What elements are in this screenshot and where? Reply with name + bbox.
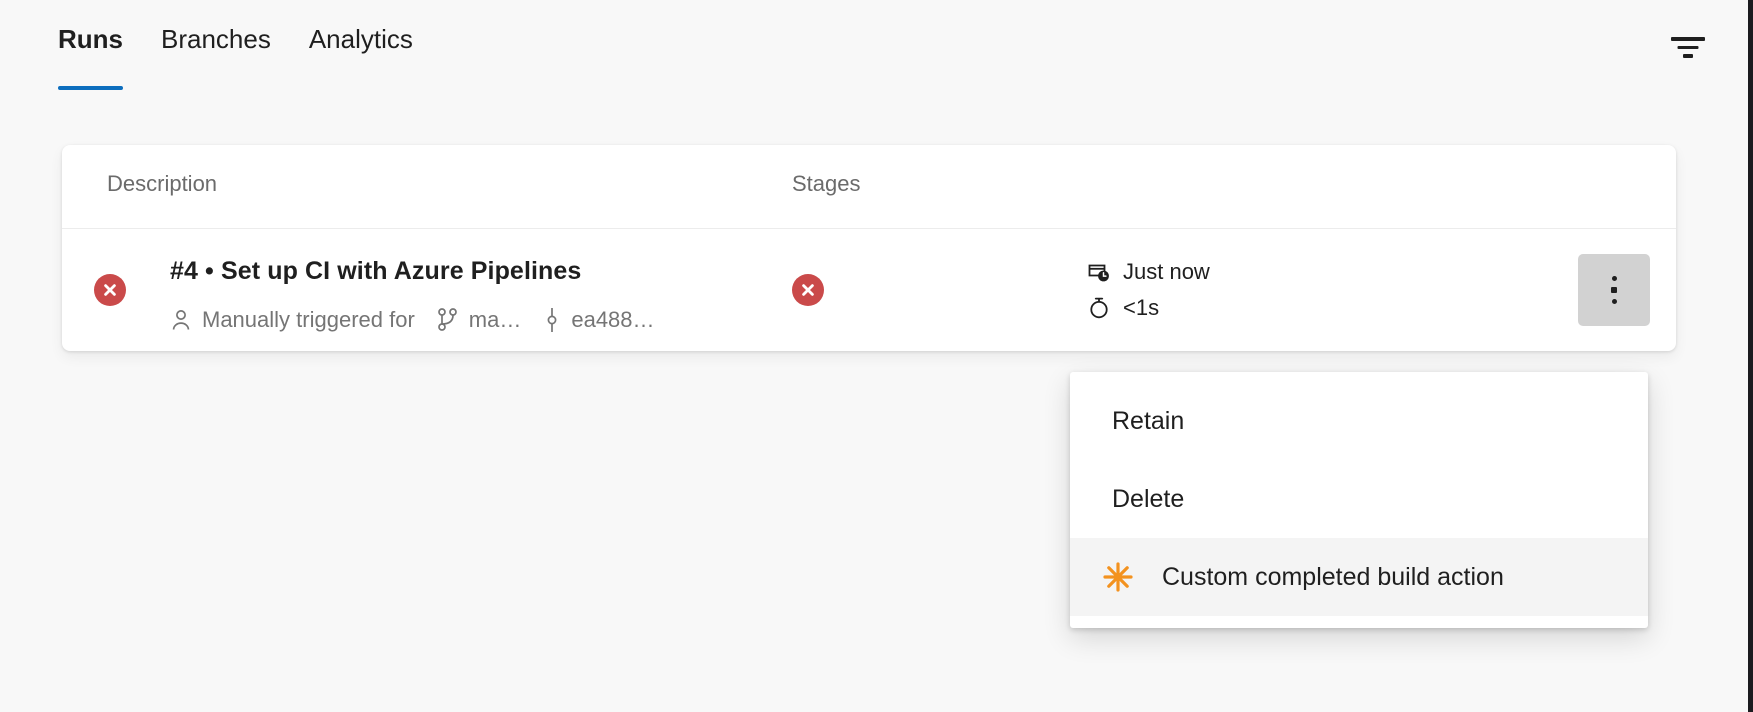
column-header-stages: Stages bbox=[792, 171, 861, 197]
menu-item-delete[interactable]: Delete bbox=[1070, 460, 1648, 538]
run-time-label: Just now bbox=[1123, 259, 1210, 285]
runs-table-header: Description Stages bbox=[62, 145, 1676, 229]
menu-item-custom-completed-build-action[interactable]: Custom completed build action bbox=[1070, 538, 1648, 616]
run-title[interactable]: #4 • Set up CI with Azure Pipelines bbox=[170, 257, 581, 286]
run-trigger-text: Manually triggered for bbox=[202, 307, 415, 333]
tab-list: Runs Branches Analytics bbox=[58, 22, 433, 56]
tab-branches[interactable]: Branches bbox=[161, 22, 291, 56]
tab-bar: Runs Branches Analytics bbox=[0, 0, 1748, 110]
more-actions-button[interactable] bbox=[1578, 254, 1650, 326]
menu-item-delete-label: Delete bbox=[1112, 485, 1184, 514]
menu-item-retain-label: Retain bbox=[1112, 407, 1184, 436]
more-vertical-ellipsis-icon bbox=[1611, 276, 1617, 304]
calendar-clock-icon bbox=[1087, 260, 1111, 284]
tab-analytics-label: Analytics bbox=[309, 24, 413, 54]
menu-item-retain[interactable]: Retain bbox=[1070, 382, 1648, 460]
run-branch-name[interactable]: ma… bbox=[469, 307, 522, 333]
runs-card: Description Stages #4 • Set up CI with A… bbox=[62, 145, 1676, 351]
tab-analytics[interactable]: Analytics bbox=[309, 22, 433, 56]
person-icon bbox=[170, 308, 192, 332]
asterisk-sparkle-icon bbox=[1100, 559, 1136, 595]
stage-error-circle-x-icon[interactable] bbox=[792, 274, 824, 306]
branch-icon bbox=[437, 307, 459, 333]
column-header-description: Description bbox=[107, 171, 217, 197]
run-subtitle: Manually triggered for ma… bbox=[170, 307, 655, 333]
stopwatch-icon bbox=[1087, 296, 1111, 320]
tab-runs[interactable]: Runs bbox=[58, 22, 143, 56]
run-time: Just now bbox=[1087, 259, 1210, 285]
pipeline-runs-page: Runs Branches Analytics Description Stag… bbox=[0, 0, 1753, 712]
run-commit-hash[interactable]: ea488… bbox=[571, 307, 654, 333]
run-duration: <1s bbox=[1087, 295, 1210, 321]
menu-item-custom-completed-build-action-label: Custom completed build action bbox=[1162, 563, 1504, 592]
table-row[interactable]: #4 • Set up CI with Azure Pipelines Manu… bbox=[62, 229, 1676, 351]
tab-runs-label: Runs bbox=[58, 24, 123, 54]
commit-icon bbox=[543, 307, 561, 333]
tab-active-underline bbox=[58, 86, 123, 90]
tab-branches-label: Branches bbox=[161, 24, 271, 54]
run-duration-label: <1s bbox=[1123, 295, 1159, 321]
run-meta: Just now <1s bbox=[1087, 259, 1210, 321]
error-circle-x-icon bbox=[94, 274, 126, 306]
filter-funnel-icon bbox=[1671, 35, 1705, 61]
run-context-menu: Retain Delete Custom completed build act… bbox=[1070, 372, 1648, 628]
filter-button[interactable] bbox=[1660, 20, 1716, 76]
